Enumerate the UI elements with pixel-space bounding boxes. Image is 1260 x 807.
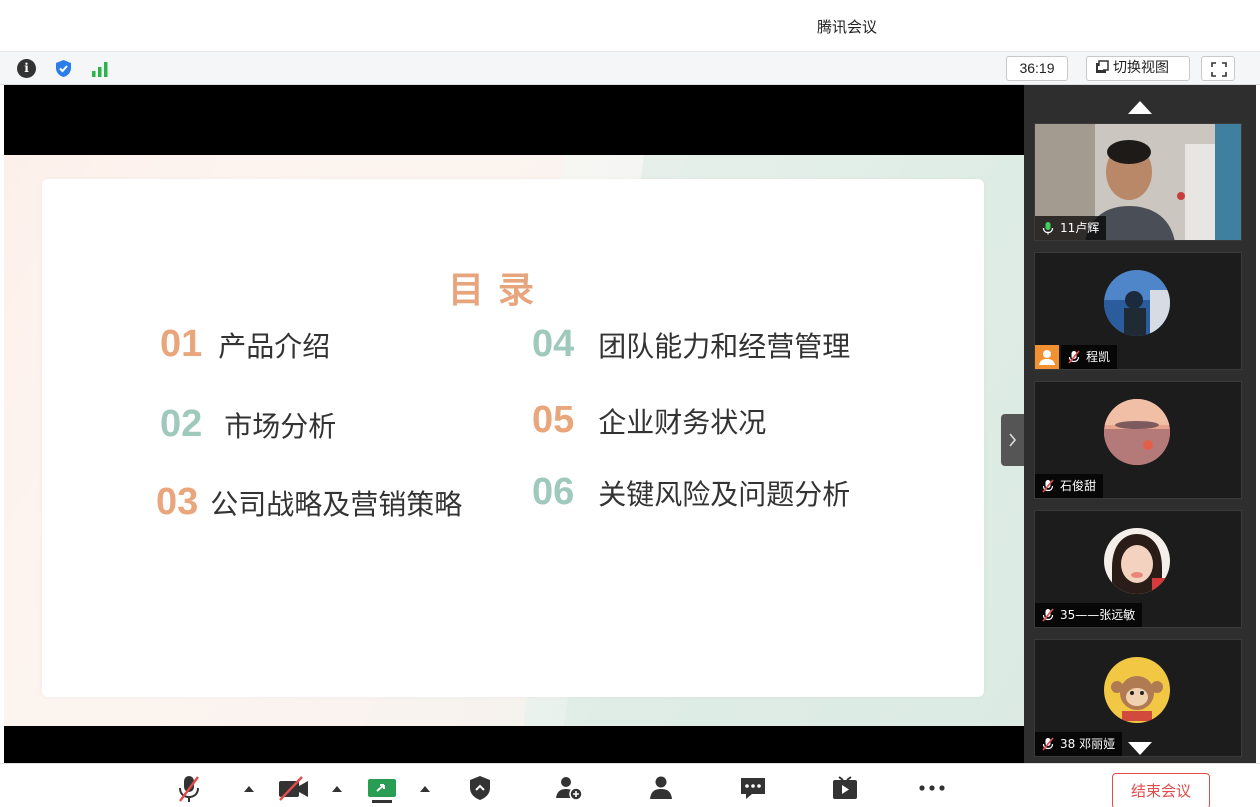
participant-name: 石俊甜 [1060, 479, 1097, 493]
meeting-timer: 36:19 [1006, 56, 1068, 81]
avatar [1104, 657, 1170, 723]
chat-button[interactable] [738, 774, 768, 804]
participant-tile[interactable]: 11卢辉 [1034, 123, 1242, 241]
participant-name: 11卢辉 [1060, 221, 1100, 235]
shared-slide: 目录 01 产品介绍 02 市场分析 03 公司战略及营销策略 04 团队能力和经营管理… [4, 155, 1024, 726]
avatar [1104, 270, 1170, 336]
toc-label: 关键风险及问题分析 [598, 477, 851, 511]
toc-number: 05 [532, 399, 575, 441]
mic-on-icon [1041, 219, 1055, 235]
toc-label: 团队能力和经营管理 [598, 329, 851, 363]
participant-tile[interactable]: 38 邓丽娅 [1034, 639, 1242, 757]
mic-muted-icon [1041, 735, 1055, 751]
switch-view-button[interactable]: 切换视图 [1086, 56, 1190, 81]
record-button[interactable] [830, 774, 860, 804]
shield-icon[interactable] [54, 59, 73, 78]
toc-label: 产品介绍 [218, 329, 331, 363]
invite-icon [556, 777, 583, 801]
scroll-down-icon[interactable] [1128, 742, 1152, 755]
members-icon [650, 776, 672, 799]
security-icon [470, 776, 490, 800]
chevron-right-icon [1009, 433, 1017, 447]
info-icon[interactable]: i [17, 59, 36, 78]
signal-icon[interactable] [90, 60, 112, 78]
host-badge-icon [1035, 345, 1059, 369]
participant-name-tag: 38 邓丽娅 [1035, 732, 1123, 756]
toc-label: 企业财务状况 [598, 405, 767, 439]
participant-name: 程凯 [1086, 350, 1111, 364]
toc-item-02: 02 市场分析 [160, 403, 336, 446]
slide-title: 目录 [448, 270, 549, 311]
meeting-toolbar: 结束会议 [0, 763, 1260, 807]
participant-name-tag: 石俊甜 [1035, 474, 1104, 498]
window-title: 腾讯会议 [817, 18, 878, 36]
mic-muted-icon [1041, 477, 1055, 493]
security-button[interactable] [468, 774, 492, 804]
share-screen-button[interactable] [366, 774, 398, 804]
avatar [1104, 399, 1170, 465]
audio-options-caret-icon[interactable] [244, 786, 254, 792]
toc-label: 公司战略及营销策略 [210, 487, 463, 521]
scroll-up-icon[interactable] [1128, 101, 1152, 114]
title-bar: 腾讯会议 [0, 0, 1260, 52]
avatar [1104, 528, 1170, 594]
video-options-caret-icon[interactable] [332, 786, 342, 792]
participant-name-tag: 程凯 [1061, 345, 1118, 369]
toc-number: 02 [160, 403, 203, 445]
toc-item-04: 04 团队能力和经营管理 [532, 323, 850, 366]
collapse-panel-toggle[interactable] [1001, 414, 1024, 466]
mic-muted-icon [179, 776, 199, 802]
switch-view-label: 切换视图 [1113, 60, 1169, 76]
toc-item-01: 01 产品介绍 [160, 323, 330, 366]
fullscreen-button[interactable] [1201, 56, 1235, 81]
toc-label: 市场分析 [224, 409, 337, 443]
slide-card: 目录 01 产品介绍 02 市场分析 03 公司战略及营销策略 04 团队能力和经营管理… [42, 179, 984, 697]
participant-tile[interactable]: 石俊甜 [1034, 381, 1242, 499]
toc-item-05: 05 企业财务状况 [532, 399, 766, 442]
video-button[interactable] [276, 774, 312, 804]
mute-button[interactable] [176, 774, 202, 804]
participant-name: 35——张远敏 [1060, 608, 1136, 622]
invite-button[interactable] [554, 774, 584, 804]
toc-number: 03 [156, 481, 199, 523]
participant-panel: 11卢辉 程凯 石俊甜 35——张远敏 38 邓丽娅 [1024, 85, 1256, 763]
meeting-info-bar: i 36:19 切换视图 [0, 52, 1260, 85]
participant-name-tag: 35——张远敏 [1035, 603, 1143, 627]
participant-tile[interactable]: 35——张远敏 [1034, 510, 1242, 628]
video-off-icon [279, 776, 308, 801]
participant-name-tag: 11卢辉 [1035, 216, 1107, 240]
fullscreen-icon [1211, 62, 1227, 77]
toc-number: 01 [160, 323, 203, 365]
members-button[interactable] [646, 774, 676, 804]
more-button[interactable] [916, 774, 948, 804]
mic-muted-icon [1041, 606, 1055, 622]
mic-muted-icon [1067, 348, 1081, 364]
share-screen-icon [368, 779, 396, 803]
switch-view-icon [1095, 59, 1109, 73]
toc-number: 04 [532, 323, 575, 365]
record-icon [833, 776, 857, 799]
chat-icon [741, 778, 765, 799]
end-meeting-button[interactable]: 结束会议 [1112, 773, 1210, 807]
share-options-caret-icon[interactable] [420, 786, 430, 792]
toc-item-06: 06 关键风险及问题分析 [532, 471, 850, 514]
shared-screen-stage: 目录 01 产品介绍 02 市场分析 03 公司战略及营销策略 04 团队能力和经营管理… [4, 85, 1024, 763]
more-icon [919, 785, 945, 791]
toc-item-03: 03 公司战略及营销策略 [156, 481, 462, 524]
toc-number: 06 [532, 471, 575, 513]
participant-name: 38 邓丽娅 [1060, 737, 1116, 751]
participant-tile[interactable]: 程凯 [1034, 252, 1242, 370]
